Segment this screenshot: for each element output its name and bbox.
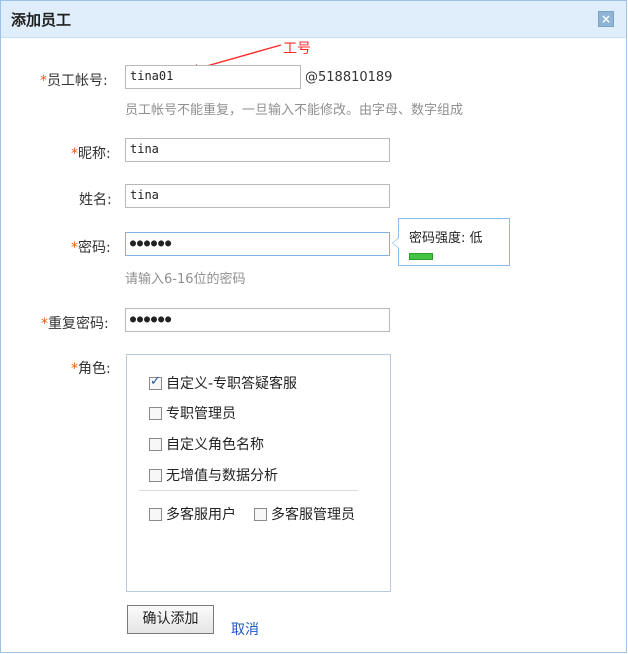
repeat-password-label: *重复密码: (41, 316, 109, 332)
account-label: *员工帐号: (40, 73, 108, 89)
role-option-label: 无增值与数据分析 (166, 468, 278, 484)
checkbox-icon[interactable] (149, 406, 162, 420)
password-label: *密码: (71, 240, 111, 256)
password-hint: 请输入6-16位的密码 (125, 272, 246, 287)
role-option-3[interactable]: 自定义角色名称 (149, 434, 264, 454)
role-list: 自定义-专职答疑客服 专职管理员 自定义角色名称 无增值与数据分析 多客服用户 … (126, 354, 391, 592)
checkbox-icon[interactable] (254, 507, 267, 521)
checkbox-icon[interactable] (149, 468, 162, 482)
add-employee-dialog: 添加员工 × 工号 *员工帐号: tina01 @518810189 员工帐号不… (0, 0, 627, 653)
password-input[interactable]: ●●●●●● (125, 232, 390, 256)
password-strength-bar (409, 253, 433, 260)
repeat-password-input[interactable]: ●●●●●● (125, 308, 390, 332)
role-option-label: 自定义角色名称 (166, 437, 264, 453)
close-icon[interactable]: × (598, 11, 614, 27)
role-option-1[interactable]: 自定义-专职答疑客服 (149, 373, 297, 393)
name-label: 姓名: (79, 192, 112, 208)
account-hint: 员工帐号不能重复，一旦输入不能修改。由字母、数字组成 (125, 103, 464, 118)
role-extra-option-2[interactable]: 多客服管理员 (254, 504, 355, 524)
role-extra-option-1[interactable]: 多客服用户 (149, 504, 236, 524)
dialog-title: 添加员工 (11, 11, 72, 29)
confirm-add-button[interactable]: 确认添加 (127, 605, 214, 634)
role-option-label: 自定义-专职答疑客服 (166, 376, 298, 392)
checkbox-checked-icon[interactable] (149, 374, 162, 390)
cancel-link[interactable]: 取消 (231, 619, 259, 639)
role-option-2[interactable]: 专职管理员 (149, 403, 236, 423)
name-input[interactable]: tina (125, 184, 390, 208)
checkbox-icon[interactable] (149, 437, 162, 451)
role-label: *角色: (71, 361, 111, 377)
nickname-label: *昵称: (71, 146, 111, 162)
checkbox-icon[interactable] (149, 507, 162, 521)
role-extra-option-label: 多客服用户 (166, 507, 236, 523)
role-option-4[interactable]: 无增值与数据分析 (149, 465, 278, 485)
role-divider (139, 490, 358, 491)
password-strength-label: 密码强度: 低 (409, 231, 483, 246)
role-option-label: 专职管理员 (166, 406, 236, 422)
nickname-input[interactable]: tina (125, 138, 390, 162)
account-suffix: @518810189 (305, 70, 393, 85)
role-extra-option-label: 多客服管理员 (271, 507, 355, 523)
dialog-titlebar: 添加员工 × (1, 1, 626, 38)
account-input[interactable]: tina01 (125, 65, 301, 89)
tooltip-pointer-icon (392, 237, 399, 249)
password-strength-tooltip: 密码强度: 低 (392, 218, 510, 266)
